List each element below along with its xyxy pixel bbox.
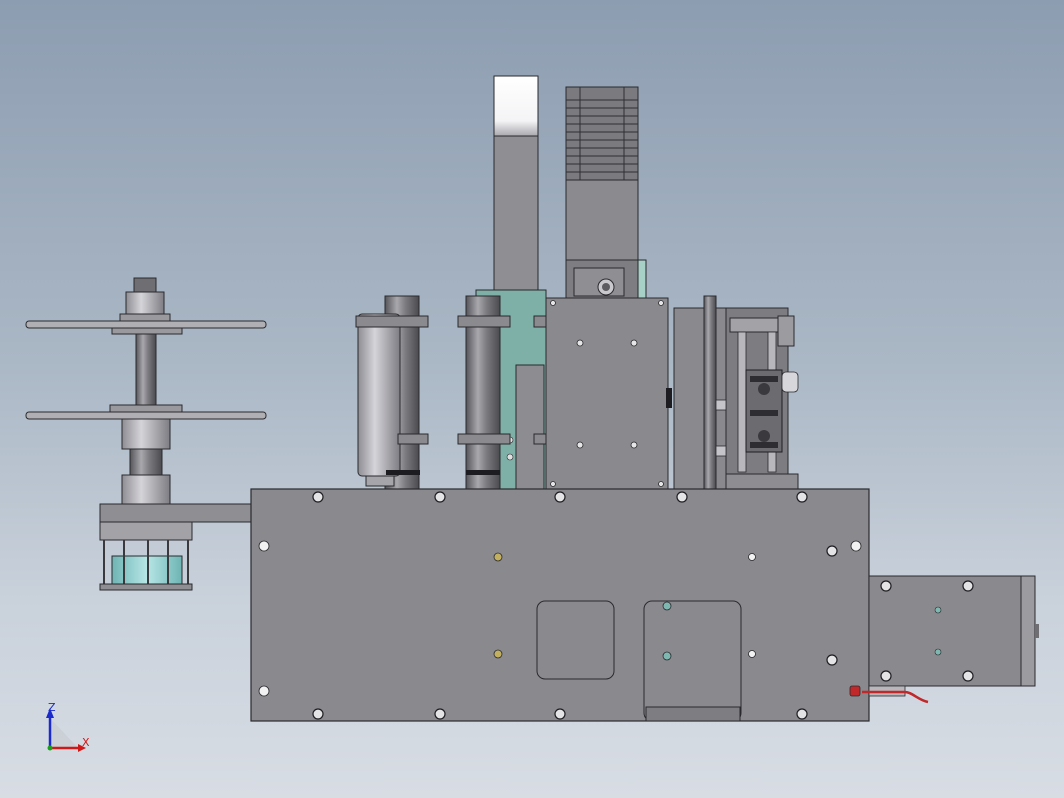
- side-gear-motor: [862, 575, 1039, 704]
- main-base-block: [250, 488, 870, 722]
- x-axis-label: X: [82, 736, 90, 749]
- cad-viewport[interactable]: Z X: [0, 0, 1064, 798]
- origin-dot: [47, 745, 53, 751]
- coordinate-triad: Z X: [46, 701, 90, 752]
- pneumatic-cylinder-left: [355, 295, 429, 491]
- center-mount-panel: [545, 297, 672, 491]
- linear-slide-assembly: [673, 295, 799, 491]
- pulley-spindle-assembly: [25, 277, 267, 591]
- cad-model-drawing: Z X: [25, 75, 1039, 752]
- z-axis-label: Z: [48, 701, 56, 714]
- vertical-guide-column: [493, 75, 539, 297]
- stepper-motor: [565, 86, 647, 299]
